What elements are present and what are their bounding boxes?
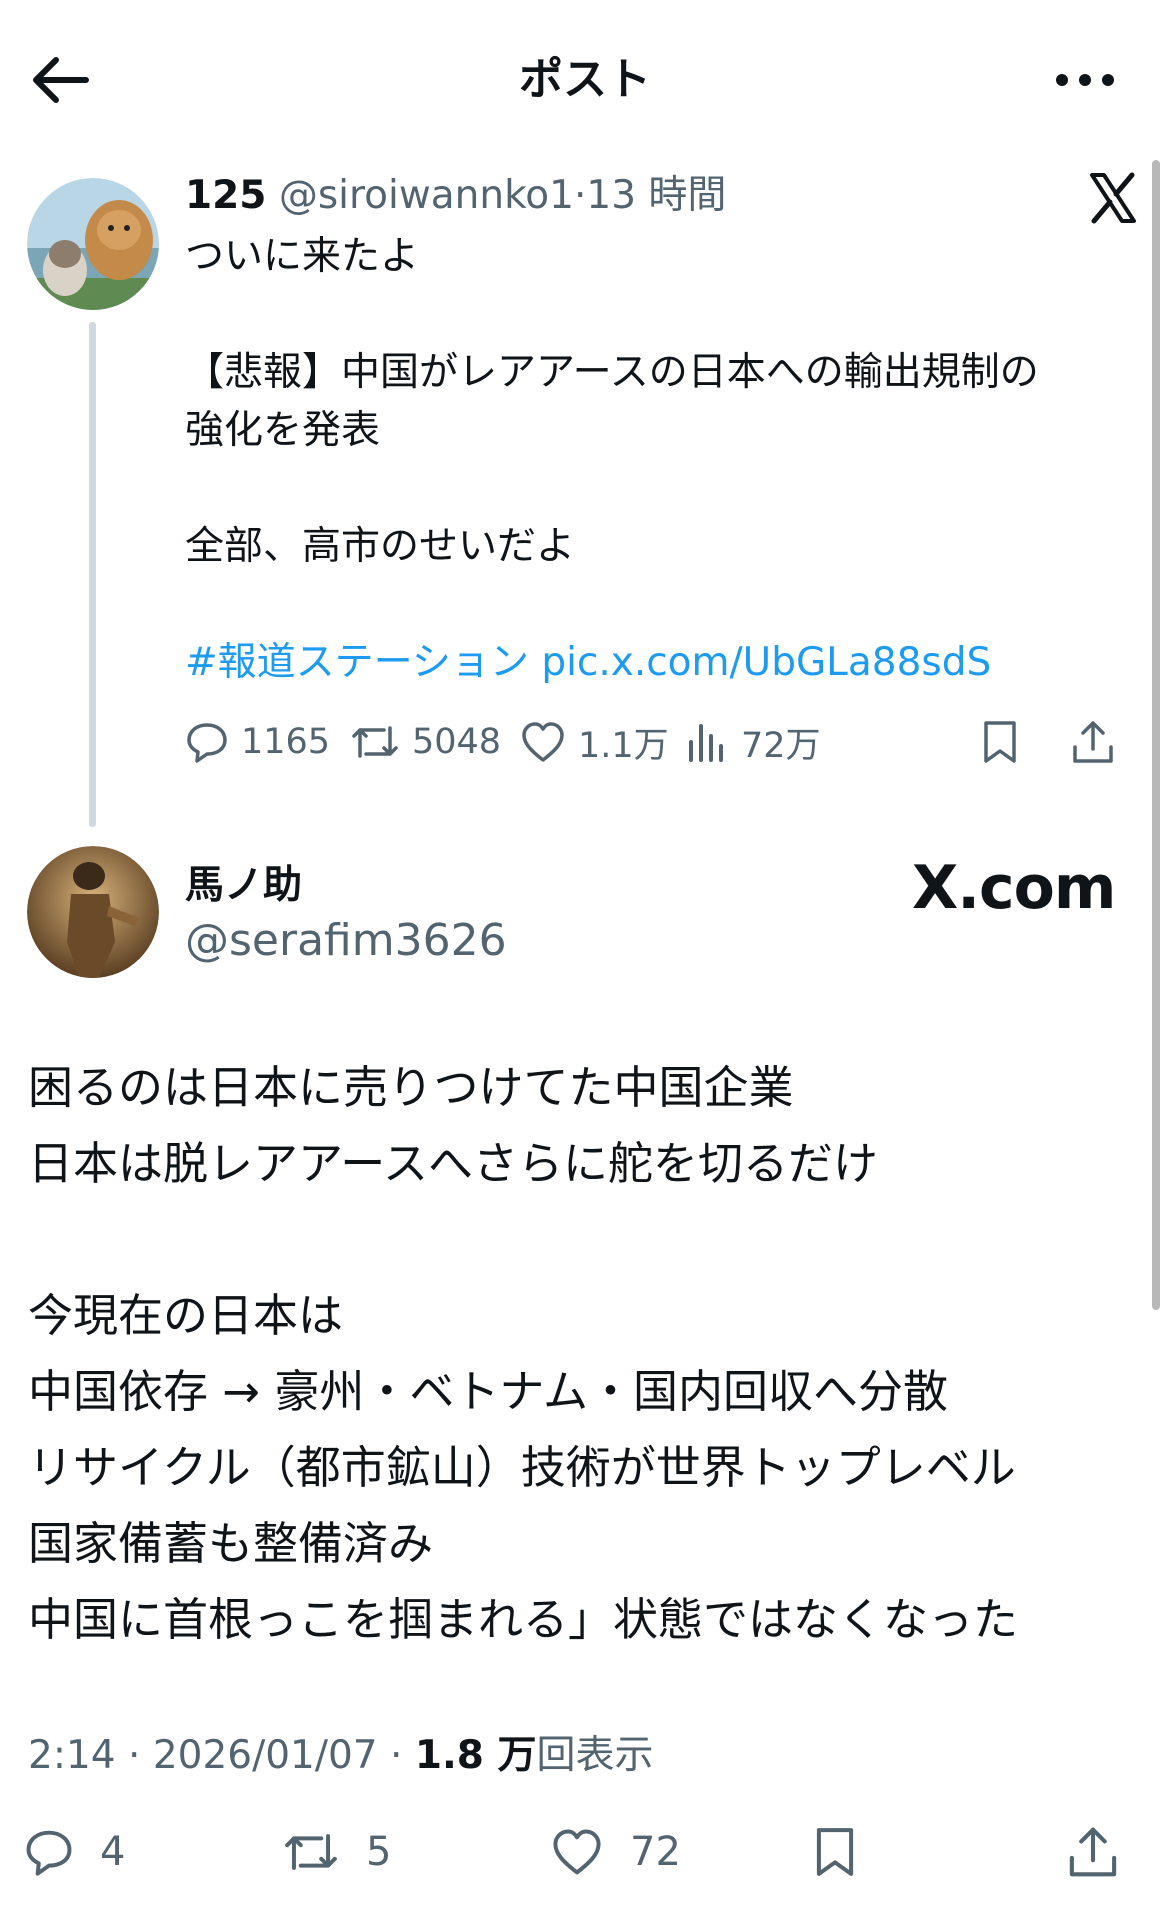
post-time: 2:14 xyxy=(28,1733,116,1778)
x-logo-icon xyxy=(1090,172,1136,224)
post-view-count: 1.8 万 xyxy=(414,1733,537,1778)
post-line: 困るのは日本に売りつけてた中国企業 xyxy=(28,1061,794,1114)
share-icon xyxy=(1073,721,1113,763)
quoted-author-name[interactable]: 125 xyxy=(185,173,266,218)
post-line: 今現在の日本は xyxy=(28,1289,344,1342)
heart-icon xyxy=(553,1829,601,1875)
avatar-125[interactable] xyxy=(27,178,159,310)
reply-icon xyxy=(187,723,227,763)
like-button[interactable]: 1.1万 xyxy=(520,712,669,772)
quoted-post-actions: 1165 5048 1.1万 72万 xyxy=(185,712,1135,772)
quoted-line: 全部、高市のせいだよ xyxy=(185,524,576,569)
quoted-post-header: 125 @siroiwannko1·13 時間 xyxy=(185,168,726,224)
analytics-icon xyxy=(689,724,723,762)
share-button[interactable] xyxy=(1066,1812,1120,1892)
meta-separator: · xyxy=(128,1733,141,1778)
meta-separator: · xyxy=(390,1733,403,1778)
separator-dot: · xyxy=(573,173,587,218)
bookmark-icon xyxy=(816,1828,854,1876)
hashtag-link[interactable]: #報道ステーション xyxy=(185,640,529,685)
quoted-post-text: ついに来たよ 【悲報】中国がレアアースの日本への輸出規制の 強化を発表 全部、高… xyxy=(185,228,1125,692)
repost-count: 5048 xyxy=(412,722,502,762)
quoted-line: ついに来たよ xyxy=(185,234,420,279)
media-link[interactable]: pic.x.com/UbGLa88sdS xyxy=(541,640,991,685)
reply-icon xyxy=(26,1830,72,1876)
heart-icon xyxy=(522,722,564,762)
like-button[interactable]: 72 xyxy=(550,1812,681,1892)
share-icon xyxy=(1069,1827,1117,1877)
views-button[interactable]: 72万 xyxy=(685,712,821,772)
share-button[interactable] xyxy=(1070,712,1116,772)
repost-button[interactable]: 5 xyxy=(282,1812,391,1892)
post-meta: 2:14 · 2026/01/07 · 1.8 万回表示 xyxy=(28,1726,654,1786)
reply-count: 4 xyxy=(100,1829,126,1875)
reply-button[interactable]: 1165 xyxy=(185,712,330,772)
post-line: リサイクル（都市鉱山）技術が世界トップレベル xyxy=(28,1441,1016,1494)
post-date: 2026/01/07 xyxy=(152,1733,378,1778)
x-com-watermark: X.com xyxy=(912,853,1116,923)
repost-count: 5 xyxy=(366,1829,392,1875)
quoted-post-time: 13 時間 xyxy=(586,173,727,218)
quoted-line: 【悲報】中国がレアアースの日本への輸出規制の xyxy=(185,350,1039,395)
author-handle[interactable]: @serafim3626 xyxy=(185,910,507,972)
post-line: 中国依存 → 豪州・ベトナム・国内回収へ分散 xyxy=(28,1365,948,1418)
post-actions: 4 5 72 xyxy=(0,1812,1170,1892)
bookmark-button[interactable] xyxy=(812,1812,858,1892)
quoted-line xyxy=(185,460,1125,518)
page-title: ポスト xyxy=(519,54,651,105)
quoted-author-handle[interactable]: @siroiwannko1 xyxy=(279,173,574,218)
post-line: 中国に首根っこを掴まれる」状態ではなくなった xyxy=(28,1593,1019,1646)
quoted-line: 強化を発表 xyxy=(185,408,381,453)
post-line: 国家備蓄も整備済み xyxy=(28,1517,434,1570)
post-line: 日本は脱レアアースへさらに舵を切るだけ xyxy=(28,1137,879,1190)
repost-button[interactable]: 5048 xyxy=(350,712,501,772)
author-name[interactable]: 馬ノ助 xyxy=(185,858,302,914)
quoted-line xyxy=(185,576,1125,634)
post-text: 困るのは日本に売りつけてた中国企業 日本は脱レアアースへさらに舵を切るだけ 今現… xyxy=(28,1050,1148,1658)
thread-line xyxy=(89,322,96,827)
like-count: 1.1万 xyxy=(578,725,669,766)
bookmark-button[interactable] xyxy=(980,712,1020,772)
reply-button[interactable]: 4 xyxy=(24,1812,125,1892)
repost-icon xyxy=(285,1834,337,1870)
like-count: 72 xyxy=(630,1829,681,1875)
repost-icon xyxy=(352,726,398,758)
views-count: 72万 xyxy=(741,725,821,766)
quoted-line xyxy=(185,286,1125,344)
post-view-label: 回表示 xyxy=(536,1733,654,1778)
scrollbar[interactable] xyxy=(1152,160,1160,1310)
post-line xyxy=(28,1202,1148,1278)
bookmark-icon xyxy=(984,721,1016,763)
avatar-serafim3626[interactable] xyxy=(27,846,159,978)
more-options-icon[interactable] xyxy=(1052,62,1118,98)
reply-count: 1165 xyxy=(241,722,331,762)
